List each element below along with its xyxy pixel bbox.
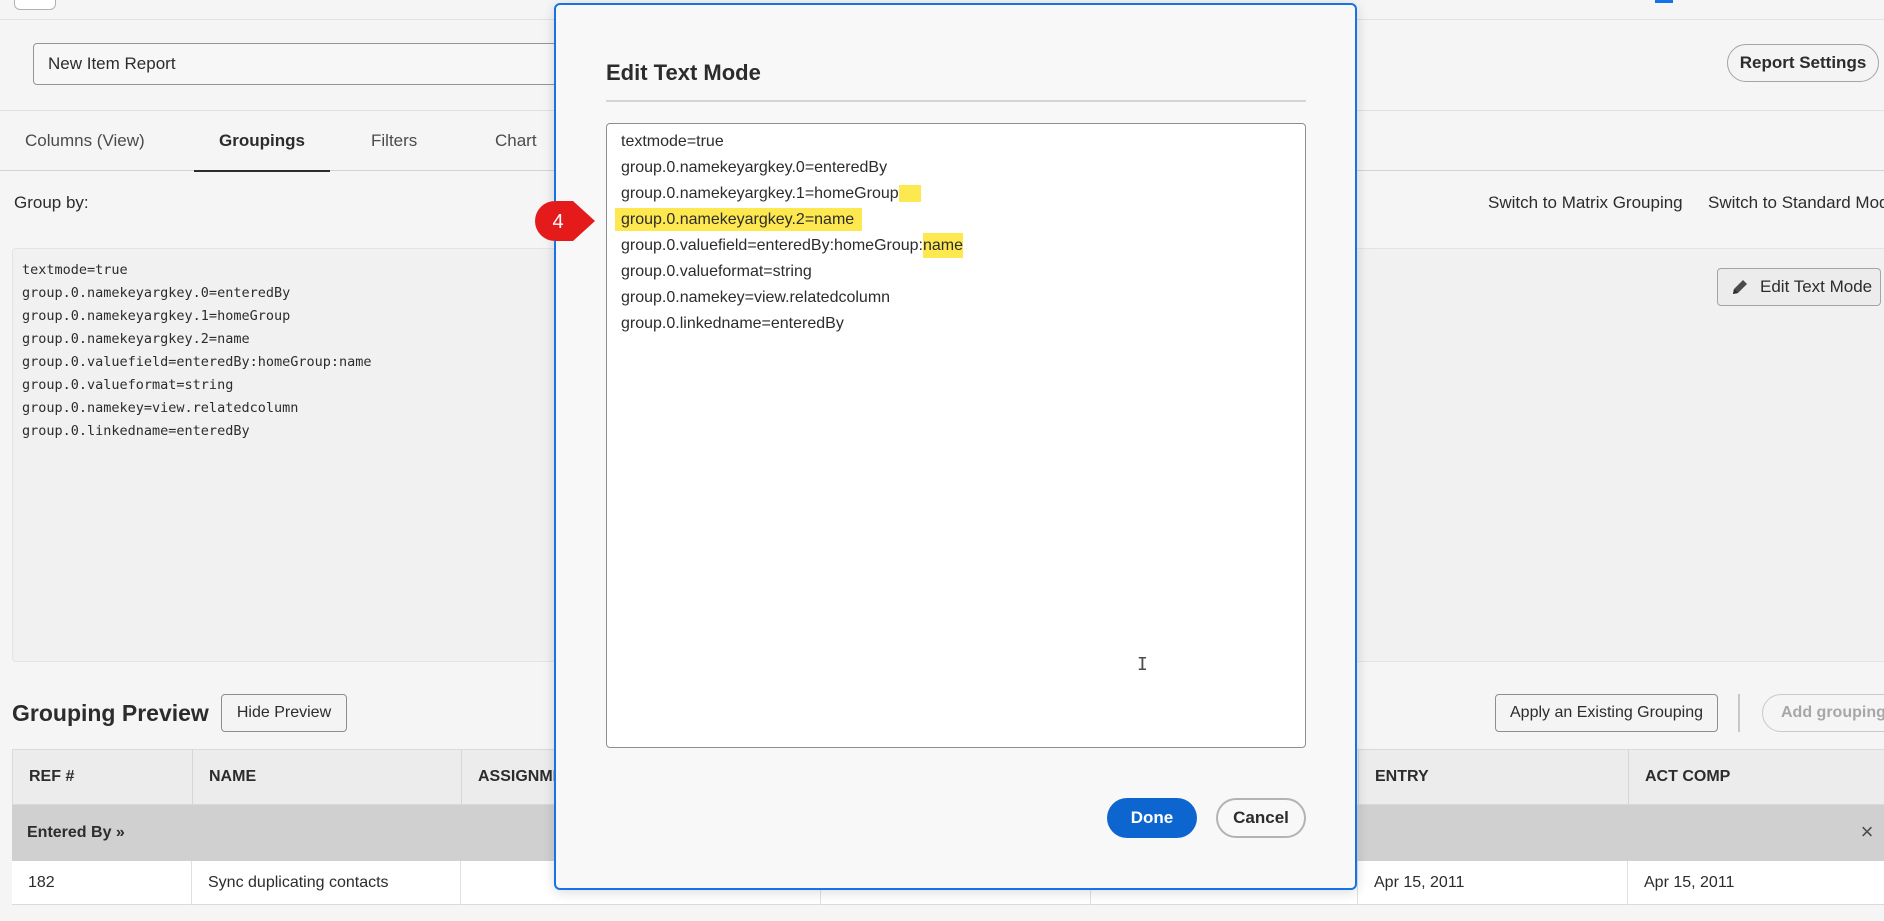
editor-line: group.0.namekey=view.relatedcolumn [621, 285, 963, 311]
editor-line-text-highlighted: group.0.namekeyargkey.2=name [615, 208, 863, 231]
editor-line-text: group.0.namekeyargkey.1=homeGroup [621, 185, 899, 202]
editor-line: group.0.namekeyargkey.2=name [615, 207, 963, 233]
editor-line-text: group.0.valueformat=string [621, 263, 812, 280]
cancel-button[interactable]: Cancel [1216, 798, 1306, 838]
editor-line: group.0.namekeyargkey.1=homeGroup [621, 181, 963, 207]
editor-line: group.0.valuefield=enteredBy:homeGroup:n… [621, 233, 964, 259]
editor-line-text: group.0.namekey=view.relatedcolumn [621, 289, 891, 306]
editor-line-text: group.0.valuefield=enteredBy:homeGroup: [621, 237, 923, 254]
editor-lines: textmode=true group.0.namekeyargkey.0=en… [615, 129, 964, 337]
editor-line: textmode=true [621, 129, 963, 155]
edit-text-mode-dialog: Edit Text Mode textmode=true group.0.nam… [554, 3, 1357, 890]
text-mode-editor[interactable]: textmode=true group.0.namekeyargkey.0=en… [606, 123, 1306, 748]
editor-line: group.0.namekeyargkey.0=enteredBy [621, 155, 963, 181]
step-marker-icon: 4 [535, 201, 595, 241]
editor-line-text: textmode=true [621, 133, 724, 150]
text-cursor-icon: I [1137, 654, 1148, 675]
highlight-mark [898, 185, 921, 202]
editor-line-text: group.0.linkedname=enteredBy [621, 315, 844, 332]
editor-line: group.0.linkedname=enteredBy [621, 311, 963, 337]
editor-line-text: group.0.namekeyargkey.0=enteredBy [621, 159, 888, 176]
done-button[interactable]: Done [1107, 798, 1197, 838]
editor-line: group.0.valueformat=string [621, 259, 963, 285]
dialog-title: Edit Text Mode [606, 60, 761, 85]
editor-line-text-highlighted: name [922, 233, 964, 258]
step-number: 4 [552, 211, 563, 233]
dialog-divider [606, 100, 1306, 102]
